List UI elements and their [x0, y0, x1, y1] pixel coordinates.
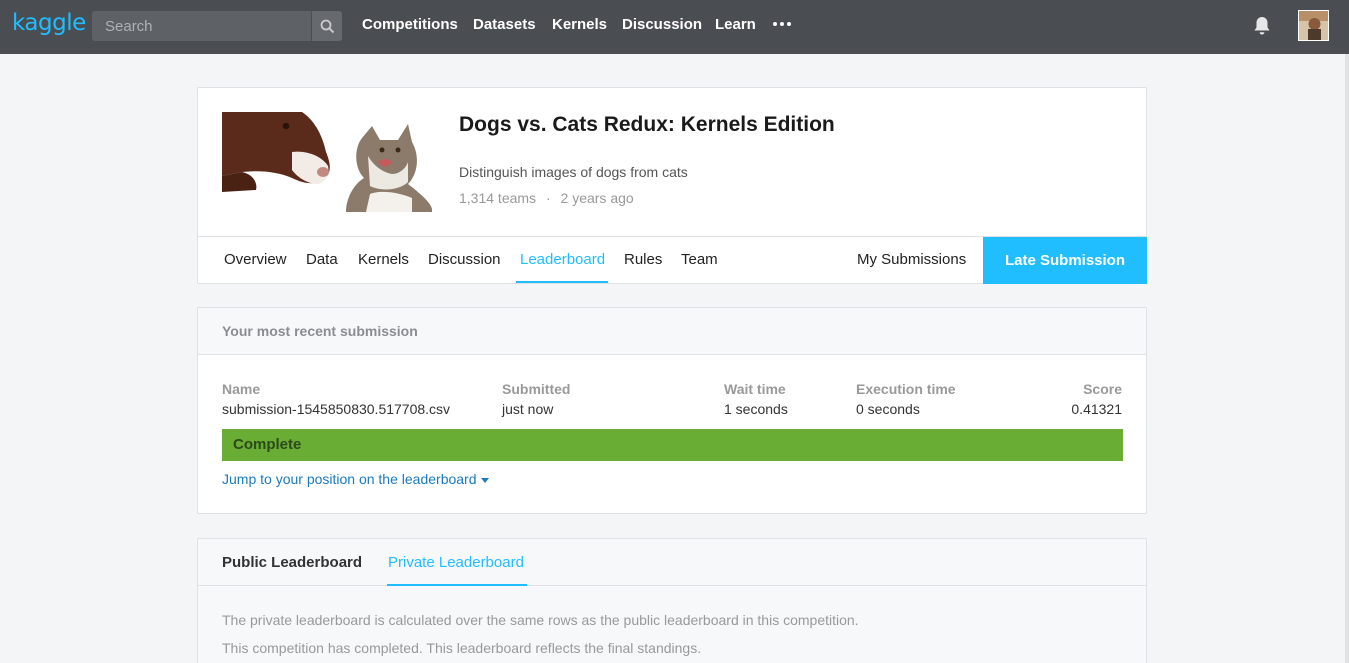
- status-bar: Complete: [222, 429, 1123, 461]
- leaderboard-tabs: Public Leaderboard Private Leaderboard: [198, 539, 1146, 586]
- leaderboard-card: Public Leaderboard Private Leaderboard T…: [197, 538, 1147, 663]
- tab-data[interactable]: Data: [306, 251, 338, 268]
- bell-icon[interactable]: [1251, 15, 1273, 37]
- competition-age: 2 years ago: [560, 190, 634, 206]
- tab-private-leaderboard[interactable]: Private Leaderboard: [388, 554, 524, 571]
- meta-separator: ·: [545, 190, 551, 206]
- col-wait-header: Wait time: [724, 381, 786, 397]
- submission-filename: submission-1545850830.517708.csv: [222, 401, 451, 417]
- tab-overview[interactable]: Overview: [224, 251, 287, 268]
- competition-tabs: Overview Data Kernels Discussion Leaderb…: [198, 236, 1147, 284]
- top-nav: kaggle Competitions Datasets Kernels Dis…: [0, 0, 1349, 54]
- execution-time: 0 seconds: [856, 401, 920, 417]
- active-tab-indicator: [516, 281, 608, 283]
- wait-time: 1 seconds: [724, 401, 788, 417]
- tab-discussion[interactable]: Discussion: [428, 251, 501, 268]
- nav-datasets[interactable]: Datasets: [473, 16, 536, 33]
- kaggle-logo[interactable]: kaggle: [12, 10, 86, 36]
- competition-header: Dogs vs. Cats Redux: Kernels Edition Dis…: [197, 87, 1147, 284]
- team-count: 1,314 teams: [459, 190, 537, 206]
- search-box: [92, 11, 342, 41]
- late-submission-button[interactable]: Late Submission: [983, 237, 1147, 284]
- leaderboard-note-1: The private leaderboard is calculated ov…: [222, 612, 859, 628]
- status-label: Complete: [233, 436, 302, 453]
- col-score-header: Score: [1083, 381, 1122, 397]
- submitted-time: just now: [502, 401, 554, 417]
- more-icon[interactable]: [773, 22, 793, 28]
- search-icon: [320, 19, 335, 34]
- submission-heading: Your most recent submission: [222, 323, 418, 339]
- competition-title: Dogs vs. Cats Redux: Kernels Edition: [459, 113, 835, 136]
- caret-down-icon: [480, 477, 489, 483]
- search-button[interactable]: [311, 11, 342, 41]
- nav-kernels[interactable]: Kernels: [552, 16, 607, 33]
- jump-link-label: Jump to your position on the leaderboard: [222, 471, 477, 487]
- tab-team[interactable]: Team: [681, 251, 718, 268]
- tab-rules[interactable]: Rules: [624, 251, 662, 268]
- my-submissions-link[interactable]: My Submissions: [857, 251, 966, 268]
- jump-to-position-link[interactable]: Jump to your position on the leaderboard: [222, 471, 489, 487]
- col-name-header: Name: [222, 381, 261, 397]
- competition-image: [222, 112, 432, 212]
- nav-learn[interactable]: Learn: [715, 16, 756, 33]
- col-exec-header: Execution time: [856, 381, 956, 397]
- submission-header: Your most recent submission: [198, 308, 1146, 355]
- active-leaderboard-indicator: [387, 584, 527, 586]
- tab-kernels[interactable]: Kernels: [358, 251, 409, 268]
- tab-leaderboard[interactable]: Leaderboard: [520, 251, 605, 268]
- avatar[interactable]: [1298, 10, 1329, 41]
- search-input[interactable]: [92, 11, 310, 41]
- nav-competitions[interactable]: Competitions: [362, 16, 458, 33]
- nav-discussion[interactable]: Discussion: [622, 16, 702, 33]
- scrollbar[interactable]: [1345, 54, 1349, 663]
- col-submitted-header: Submitted: [502, 381, 571, 397]
- tab-public-leaderboard[interactable]: Public Leaderboard: [222, 554, 362, 571]
- leaderboard-note-2: This competition has completed. This lea…: [222, 640, 702, 656]
- recent-submission-card: Your most recent submission Name Submitt…: [197, 307, 1147, 514]
- competition-meta: 1,314 teams · 2 years ago: [459, 190, 634, 206]
- competition-subtitle: Distinguish images of dogs from cats: [459, 164, 688, 180]
- score-value: 0.41321: [1071, 401, 1122, 417]
